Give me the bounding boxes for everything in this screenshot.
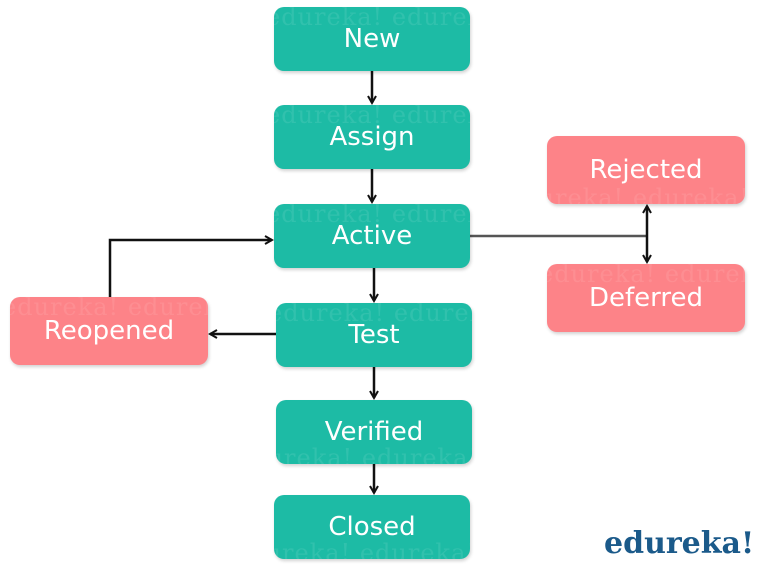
node-label: New	[343, 24, 401, 54]
edureka-logo: edureka!	[604, 526, 755, 561]
node-reopened: edureka! edureka! edureka! Reopened	[10, 297, 208, 365]
watermark: edureka! edureka! edureka!	[547, 184, 745, 204]
node-label: Test	[348, 320, 400, 350]
edge-reopened-active	[108, 240, 272, 297]
node-deferred: edureka! edureka! edureka! Deferred	[547, 264, 745, 332]
node-label: Closed	[328, 512, 416, 542]
node-active: edureka! edureka! edureka! Active	[274, 204, 470, 268]
node-closed: edureka! edureka! edureka! Closed	[274, 495, 470, 559]
node-label: Reopened	[43, 316, 175, 346]
watermark: edureka! edureka! edureka!	[276, 444, 472, 464]
node-label: Active	[331, 221, 413, 251]
node-label: Rejected	[589, 155, 703, 185]
watermark: edureka! edureka! edureka!	[274, 539, 470, 559]
node-rejected: edureka! edureka! edureka! Rejected	[547, 136, 745, 204]
node-test: edureka! edureka! edureka! Test	[276, 303, 472, 367]
node-label: Deferred	[588, 283, 704, 313]
node-assign: edureka! edureka! edureka! Assign	[274, 105, 470, 169]
node-label: Assign	[329, 122, 415, 152]
node-verified: edureka! edureka! edureka! Verified	[276, 400, 472, 464]
node-new: edureka! edureka! edureka! New	[274, 7, 470, 71]
node-label: Verified	[324, 417, 424, 447]
